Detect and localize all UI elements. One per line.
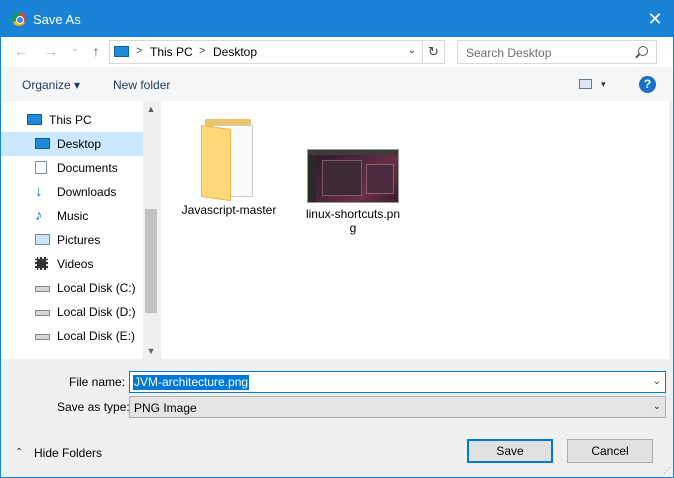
forward-button[interactable]: → — [41, 43, 61, 61]
breadcrumb-this-pc[interactable]: This PC — [150, 45, 193, 59]
close-button[interactable]: ✕ — [637, 1, 673, 37]
sidebar-item-label: Local Disk (C:) — [57, 281, 136, 295]
address-dropdown-icon[interactable]: ⌄ — [408, 45, 416, 56]
save-options: File name: JVM-architecture.png ⌄ Save a… — [1, 359, 673, 477]
sidebar-item-local-disk-c[interactable]: Local Disk (C:) — [1, 276, 143, 300]
sidebar-item-label: Downloads — [57, 185, 117, 199]
save-type-dropdown-icon[interactable]: ⌄ — [653, 401, 661, 412]
command-toolbar: Organize ▾ New folder ▾ ? — [1, 67, 673, 101]
scroll-down-icon[interactable]: ▼ — [143, 343, 159, 359]
up-button[interactable]: ↑ — [86, 43, 106, 61]
sidebar-item-label: Videos — [57, 257, 94, 271]
sidebar-item-label: Pictures — [57, 233, 101, 247]
organize-button[interactable]: Organize ▾ — [22, 78, 80, 92]
scroll-up-icon[interactable]: ▲ — [143, 101, 159, 117]
save-as-dialog: Save As ✕ ← → ⌄ ↑ > This PC > Desktop ⌄ … — [0, 0, 674, 478]
sidebar-item-label: Desktop — [57, 137, 102, 151]
file-item-folder[interactable]: Javascript-master — [179, 115, 279, 217]
resize-grip-icon[interactable]: ⋰ — [663, 466, 671, 475]
drive-icon — [35, 310, 50, 316]
save-button[interactable]: Save — [467, 439, 553, 463]
sidebar-item-desktop[interactable]: Desktop — [1, 132, 143, 156]
new-folder-button[interactable]: New folder — [113, 78, 170, 92]
sidebar-item-music[interactable]: ♪ Music — [1, 204, 143, 228]
sidebar-item-label: Local Disk (D:) — [57, 305, 136, 319]
file-name-label: linux-shortcuts.png — [305, 207, 401, 235]
folder-icon — [201, 115, 257, 202]
help-button[interactable]: ? — [639, 76, 656, 93]
sidebar-item-videos[interactable]: Videos — [1, 252, 143, 276]
sidebar-item-pictures[interactable]: Pictures — [1, 228, 143, 252]
save-type-label: Save as type: — [57, 400, 130, 414]
sidebar-item-label: Local Disk (E:) — [57, 329, 136, 343]
search-input[interactable]: Search Desktop — [457, 40, 657, 64]
documents-icon — [35, 161, 47, 174]
nav-scrollbar[interactable]: ▲ ▼ — [143, 101, 159, 359]
file-name-value[interactable]: JVM-architecture.png — [133, 375, 250, 390]
window-title: Save As — [33, 12, 81, 27]
file-name-label: Javascript-master — [181, 203, 277, 217]
search-placeholder: Search Desktop — [466, 46, 552, 60]
file-name-dropdown-icon[interactable]: ⌄ — [653, 376, 661, 387]
search-icon[interactable] — [638, 46, 648, 56]
hide-folders-label: Hide Folders — [34, 446, 103, 460]
address-bar[interactable]: > This PC > Desktop ⌄ ↻ — [109, 40, 445, 64]
music-icon: ♪ — [35, 207, 43, 224]
file-name-input[interactable]: JVM-architecture.png ⌄ — [129, 371, 666, 393]
refresh-button[interactable]: ↻ — [422, 41, 444, 63]
save-type-value: PNG Image — [134, 401, 197, 415]
breadcrumb-separator[interactable]: > — [136, 45, 142, 57]
breadcrumb-desktop[interactable]: Desktop — [213, 45, 257, 59]
chevron-up-icon: ⌃ — [15, 447, 24, 458]
view-dropdown-icon[interactable]: ▾ — [601, 79, 606, 90]
breadcrumb-separator[interactable]: > — [199, 45, 205, 57]
title-bar[interactable]: Save As ✕ — [1, 1, 673, 37]
navigation-pane: This PC Desktop Documents ↓ Downloads ♪ … — [1, 101, 159, 359]
sidebar-item-local-disk-d[interactable]: Local Disk (D:) — [1, 300, 143, 324]
pc-icon — [27, 114, 42, 125]
address-row: ← → ⌄ ↑ > This PC > Desktop ⌄ ↻ Search D… — [1, 37, 673, 67]
pictures-icon — [35, 234, 50, 245]
back-button[interactable]: ← — [11, 43, 31, 61]
sidebar-item-downloads[interactable]: ↓ Downloads — [1, 180, 143, 204]
sidebar-item-label: This PC — [49, 113, 92, 127]
recent-locations-button[interactable]: ⌄ — [65, 43, 85, 61]
downloads-icon: ↓ — [35, 183, 43, 200]
videos-icon — [35, 257, 48, 270]
save-type-select[interactable]: PNG Image ⌄ — [129, 396, 666, 418]
view-icon[interactable] — [579, 79, 592, 89]
sidebar-item-label: Music — [57, 209, 89, 223]
pc-icon — [114, 46, 129, 57]
sidebar-item-documents[interactable]: Documents — [1, 156, 143, 180]
drive-icon — [35, 334, 50, 340]
file-list: Javascript-master linux-shortcuts.png — [161, 101, 669, 359]
scrollbar-thumb[interactable] — [145, 209, 157, 313]
drive-icon — [35, 286, 50, 292]
sidebar-item-local-disk-e[interactable]: Local Disk (E:) — [1, 324, 143, 348]
file-item-image[interactable]: linux-shortcuts.png — [303, 111, 403, 235]
cancel-button[interactable]: Cancel — [567, 439, 653, 463]
chrome-icon — [12, 12, 26, 26]
desktop-icon — [35, 138, 50, 149]
file-name-label: File name: — [69, 375, 126, 389]
image-thumbnail — [307, 149, 399, 203]
sidebar-item-label: Documents — [57, 161, 118, 175]
sidebar-item-this-pc[interactable]: This PC — [1, 108, 143, 132]
